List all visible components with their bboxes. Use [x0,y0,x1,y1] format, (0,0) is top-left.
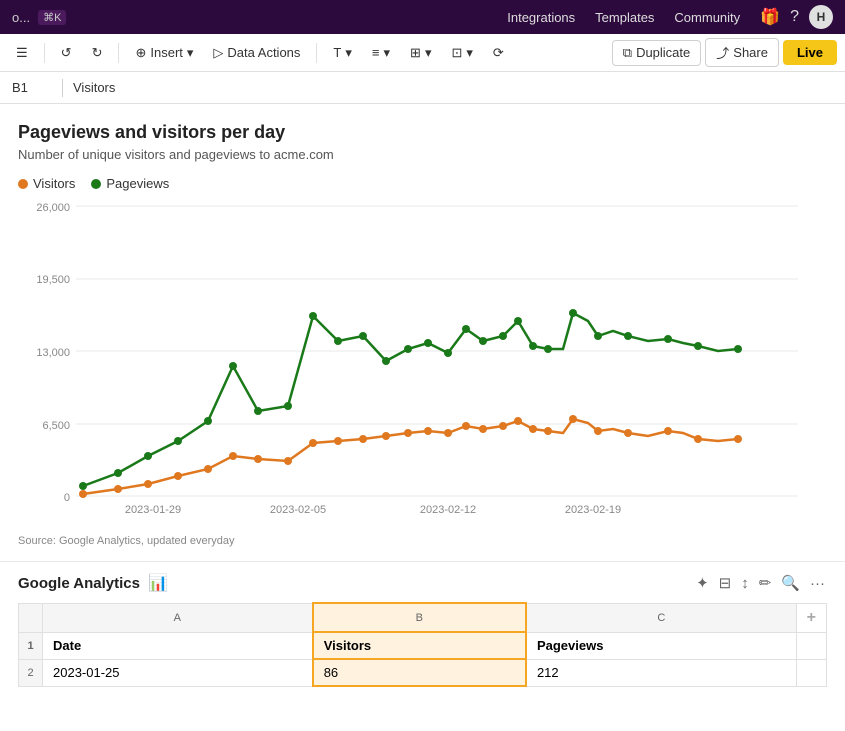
data-actions-icon: ▷ [213,45,223,61]
top-nav-icons: 🎁 ? H [760,5,833,29]
ga-search-button[interactable]: 🔍 [779,572,802,594]
col-header-b: B [313,603,526,632]
visitors-label: Visitors [33,176,75,191]
google-analytics-section: Google Analytics 📊 ✦ ⊟ ↕ ✏ 🔍 ··· A B C + [0,561,845,687]
cell-format-icon: ⊞ [410,45,421,61]
ga-chart-icon: 📊 [148,573,168,593]
line-chart: 26,000 19,500 13,000 6,500 0 2023-01-29 … [18,201,808,521]
top-nav: o... ⌘K Integrations Templates Community… [0,0,845,34]
col-header-c: C [526,603,796,632]
ga-filter-button[interactable]: ⊟ [717,572,734,594]
align-icon: ≡ [372,45,380,60]
chart-legend: Visitors Pageviews [18,176,827,191]
shortcut-kbd: ⌘K [38,10,66,25]
cellbar-separator [62,79,63,97]
legend-pageviews: Pageviews [91,176,169,191]
row-number: 2 [19,659,43,686]
ga-sort-button[interactable]: ↕ [739,573,751,594]
top-nav-right: Integrations Templates Community 🎁 ? H [507,5,833,29]
toolbar-separator-2 [118,43,119,63]
cell-format-chevron: ▾ [425,45,432,61]
help-icon[interactable]: ? [790,8,799,26]
align-button[interactable]: ≡ ▾ [364,41,398,65]
cell-reference-bar: B1 Visitors [0,72,845,104]
undo-button[interactable]: ↺ [53,41,80,65]
text-format-button[interactable]: T ▾ [325,41,359,65]
svg-text:2023-02-05: 2023-02-05 [270,504,326,516]
insert-icon: ⊕ [135,45,146,61]
redo-button[interactable]: ↻ [84,41,111,65]
header-row-num: 1 [19,632,43,659]
ga-more-button[interactable]: ··· [808,573,827,594]
avatar[interactable]: H [809,5,833,29]
col-pageviews-header: Pageviews [526,632,796,659]
visitors-dot [18,179,28,189]
main-content: Pageviews and visitors per day Number of… [0,104,845,687]
col-date-header: Date [43,632,313,659]
col-header-rownum [19,603,43,632]
chart-subtitle: Number of unique visitors and pageviews … [18,147,827,162]
merge-chevron: ▾ [466,45,473,61]
file-name: o... [12,10,30,25]
svg-text:13,000: 13,000 [36,347,70,359]
community-link[interactable]: Community [674,10,740,25]
svg-text:2023-02-19: 2023-02-19 [565,504,621,516]
chart-button[interactable]: ⟳ [485,41,512,65]
ga-toolbar-icons: ✦ ⊟ ↕ ✏ 🔍 ··· [694,572,827,594]
chart-source: Source: Google Analytics, updated everyd… [18,535,827,547]
duplicate-icon: ⧉ [623,45,632,61]
merge-icon: ⊡ [451,45,462,61]
svg-text:2023-01-29: 2023-01-29 [125,504,181,516]
data-actions-button[interactable]: ▷ Data Actions [205,41,308,65]
col-visitors-header: Visitors [313,632,526,659]
duplicate-button[interactable]: ⧉ Duplicate [612,40,702,66]
cell-visitors[interactable]: 86 [313,659,526,686]
insert-button[interactable]: ⊕ Insert ▾ [127,41,201,65]
gift-icon[interactable]: 🎁 [760,7,780,27]
toolbar-right-group: ⧉ Duplicate ⤴ Share Live [612,38,837,67]
ga-title: Google Analytics [18,575,140,592]
ga-header: Google Analytics 📊 ✦ ⊟ ↕ ✏ 🔍 ··· [18,572,827,594]
cell-pageviews[interactable]: 212 [526,659,796,686]
pageviews-dot [91,179,101,189]
toolbar: ☰ ↺ ↻ ⊕ Insert ▾ ▷ Data Actions T ▾ ≡ ▾ … [0,34,845,72]
col-header-a: A [43,603,313,632]
text-format-chevron: ▾ [345,45,352,61]
cell-reference: B1 [12,80,52,95]
merge-button[interactable]: ⊡ ▾ [443,41,480,65]
pageviews-label: Pageviews [106,176,169,191]
templates-link[interactable]: Templates [595,10,654,25]
chart-area: 26,000 19,500 13,000 6,500 0 2023-01-29 … [18,201,827,531]
toolbar-separator-1 [44,43,45,63]
toolbar-separator-3 [316,43,317,63]
cell-content: Visitors [73,80,115,95]
svg-text:26,000: 26,000 [36,202,70,214]
ga-edit-button[interactable]: ✏ [757,572,774,594]
chart-icon: ⟳ [493,45,504,61]
share-button[interactable]: ⤴ Share [705,38,779,67]
ga-table: A B C + 1 Date Visitors Pageviews 2 2023… [18,602,827,687]
ga-sparkle-button[interactable]: ✦ [694,572,711,594]
add-column-button[interactable]: + [796,603,826,632]
svg-text:2023-02-12: 2023-02-12 [420,504,476,516]
svg-text:0: 0 [64,492,70,504]
share-icon: ⤴ [716,43,729,62]
cell-format-button[interactable]: ⊞ ▾ [402,41,439,65]
align-chevron: ▾ [384,45,391,61]
table-row: 2 2023-01-25 86 212 [19,659,827,686]
insert-chevron-icon: ▾ [187,45,194,61]
sidebar-toggle-button[interactable]: ☰ [8,41,36,65]
svg-text:19,500: 19,500 [36,274,70,286]
chart-title: Pageviews and visitors per day [18,122,827,143]
cell-date[interactable]: 2023-01-25 [43,659,313,686]
live-button[interactable]: Live [783,40,837,65]
top-nav-left: o... ⌘K [12,10,66,25]
svg-text:6,500: 6,500 [42,420,70,432]
integrations-link[interactable]: Integrations [507,10,575,25]
legend-visitors: Visitors [18,176,75,191]
